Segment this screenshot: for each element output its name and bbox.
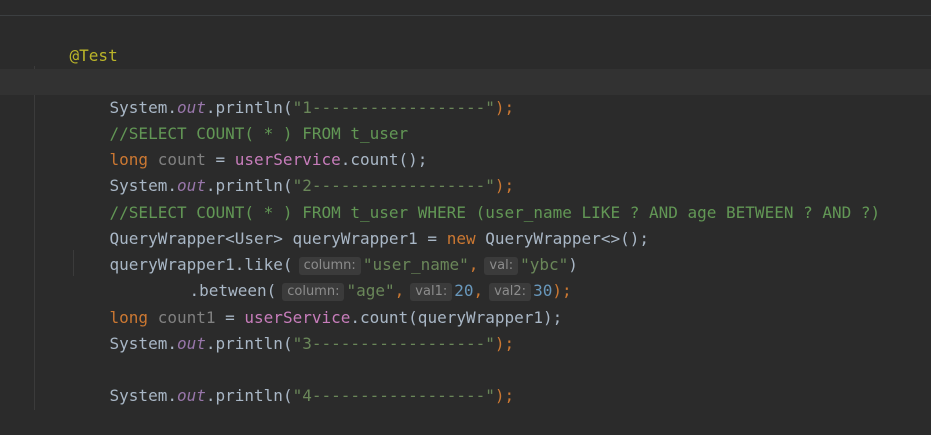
code-line-query-wrapper[interactable]: QueryWrapper<User> queryWrapper1 = new Q…	[71, 200, 649, 248]
statement-end: );	[494, 386, 515, 405]
string-literal: "4------------------"	[292, 386, 495, 405]
code-line-comment-2[interactable]: //SELECT COUNT( * ) FROM t_user WHERE (u…	[71, 174, 881, 222]
code-line-println-4[interactable]: System.out.println("4------------------"…	[71, 357, 515, 405]
code-line-comment-1[interactable]: //SELECT COUNT( * ) FROM t_user	[71, 95, 409, 143]
system-class: System.	[109, 334, 177, 353]
code-line-count[interactable]: long count = userService.count();	[71, 121, 428, 169]
code-line-count1[interactable]: long count1 = userService.count(queryWra…	[71, 279, 563, 327]
println-call: .println(	[205, 334, 293, 353]
system-class: System.	[109, 386, 177, 405]
code-line-like[interactable]: queryWrapper1.like(column: "user_name", va…	[71, 226, 578, 275]
string-literal: "3------------------"	[292, 334, 495, 353]
code-line-println-1[interactable]: System.out.println("1------------------"…	[71, 69, 515, 117]
code-line-println-3[interactable]: System.out.println("3------------------"…	[71, 305, 515, 353]
out-field: out	[176, 334, 206, 353]
code-line-println-2[interactable]: System.out.println("2------------------"…	[71, 147, 515, 195]
editor-top-divider	[0, 15, 931, 16]
println-call: .println(	[205, 386, 293, 405]
code-line-method-signature[interactable]: void contextLoads() {	[31, 43, 272, 91]
statement-end: );	[494, 334, 515, 353]
out-field: out	[176, 386, 206, 405]
statement-end: );	[494, 98, 515, 117]
code-line-between[interactable]: .between(column: "age", val1: 20, val2: 30);	[151, 252, 572, 301]
code-line-annotation[interactable]: @Test	[31, 17, 118, 65]
code-editor[interactable]: @Test void contextLoads() { System.out.p…	[0, 0, 931, 410]
